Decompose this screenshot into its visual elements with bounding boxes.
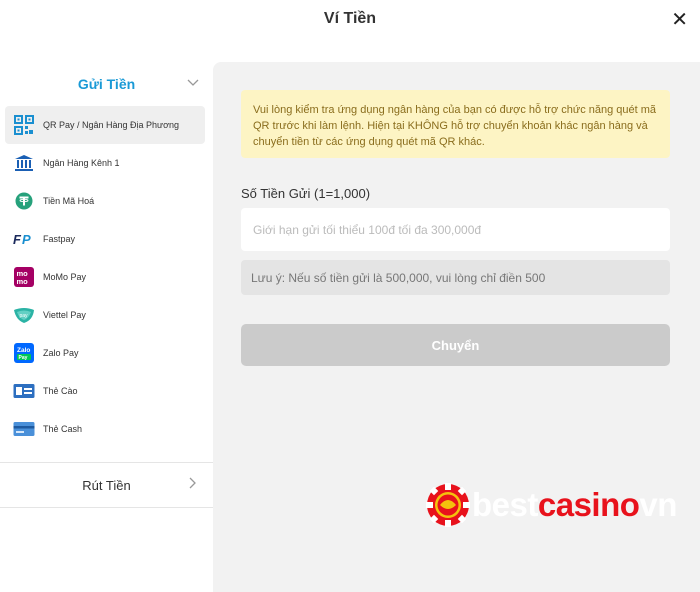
casino-chip-logo-icon — [426, 483, 470, 527]
sidebar-item-crypto[interactable]: Tiền Mã Hoá — [5, 182, 205, 220]
chevron-down-icon — [187, 76, 199, 90]
svg-text:F: F — [13, 232, 22, 247]
watermark-text: vn — [639, 486, 677, 523]
sidebar-item-label: Viettel Pay — [43, 310, 86, 320]
sidebar-item-label: Zalo Pay — [43, 348, 79, 358]
svg-text:mo: mo — [17, 277, 29, 286]
sidebar-item-label: MoMo Pay — [43, 272, 87, 282]
svg-text:pay: pay — [20, 313, 29, 319]
qr-notice: Vui lòng kiểm tra ứng dụng ngân hàng của… — [241, 90, 670, 158]
bestcasino-watermark: best casino vn — [424, 482, 677, 528]
page-title: Ví Tiền — [323, 10, 377, 27]
zalo-icon: Zalo Pay — [13, 343, 35, 363]
sidebar-item-qr-pay[interactable]: QR Pay / Ngân Hàng Địa Phương — [5, 106, 205, 144]
sidebar-item-momo[interactable]: mo mo MoMo Pay — [5, 258, 205, 296]
header: Ví Tiền ✕ — [0, 0, 700, 40]
amount-note: Lưu ý: Nếu số tiền gửi là 500,000, vui l… — [241, 260, 670, 295]
sidebar-item-cash-card[interactable]: Thẻ Cash — [5, 410, 205, 448]
divider — [0, 507, 213, 508]
sidebar-item-label: Fastpay — [43, 234, 76, 244]
fastpay-icon: F P — [13, 230, 35, 248]
sidebar-item-scratch-card[interactable]: Thẻ Cào — [5, 372, 205, 410]
watermark-text: casino — [537, 486, 640, 523]
watermark-text: best — [472, 486, 538, 523]
sidebar-item-fastpay[interactable]: F P Fastpay — [5, 220, 205, 258]
withdraw-section-toggle[interactable]: Rút Tiền — [0, 464, 213, 506]
sidebar-item-bank[interactable]: Ngân Hàng Kênh 1 — [5, 144, 205, 182]
sidebar-item-zalo[interactable]: Zalo Pay Zalo Pay — [5, 334, 205, 372]
scratch-card-icon — [13, 382, 35, 400]
deposit-section-label: Gửi Tiền — [77, 76, 136, 92]
momo-icon: mo mo — [13, 267, 35, 287]
withdraw-section-label: Rút Tiền — [82, 477, 131, 493]
close-icon[interactable]: ✕ — [671, 7, 688, 32]
deposit-section-toggle[interactable]: Gửi Tiền — [0, 62, 213, 106]
sidebar-item-label: Thẻ Cash — [43, 424, 83, 434]
tether-icon — [13, 192, 35, 210]
divider — [0, 462, 213, 463]
chevron-right-icon — [189, 477, 197, 492]
qr-code-icon — [13, 115, 35, 135]
sidebar-item-viettel[interactable]: pay Viettel Pay — [5, 296, 205, 334]
sidebar-item-label: Tiền Mã Hoá — [43, 196, 95, 206]
amount-input[interactable] — [241, 208, 670, 251]
cash-card-icon — [13, 420, 35, 438]
amount-label: Số Tiền Gửi (1=1,000) — [241, 186, 371, 201]
svg-text:Pay: Pay — [19, 355, 28, 361]
sidebar-item-label: Ngân Hàng Kênh 1 — [43, 158, 120, 168]
svg-text:Zalo: Zalo — [17, 347, 30, 354]
submit-button[interactable]: Chuyển — [241, 324, 670, 366]
bank-icon — [13, 154, 35, 172]
sidebar-item-label: Thẻ Cào — [43, 386, 78, 396]
viettel-icon: pay — [13, 306, 35, 324]
sidebar: Gửi Tiền — [0, 62, 213, 106]
svg-text:P: P — [22, 232, 31, 247]
sidebar-item-label: QR Pay / Ngân Hàng Địa Phương — [43, 120, 179, 130]
